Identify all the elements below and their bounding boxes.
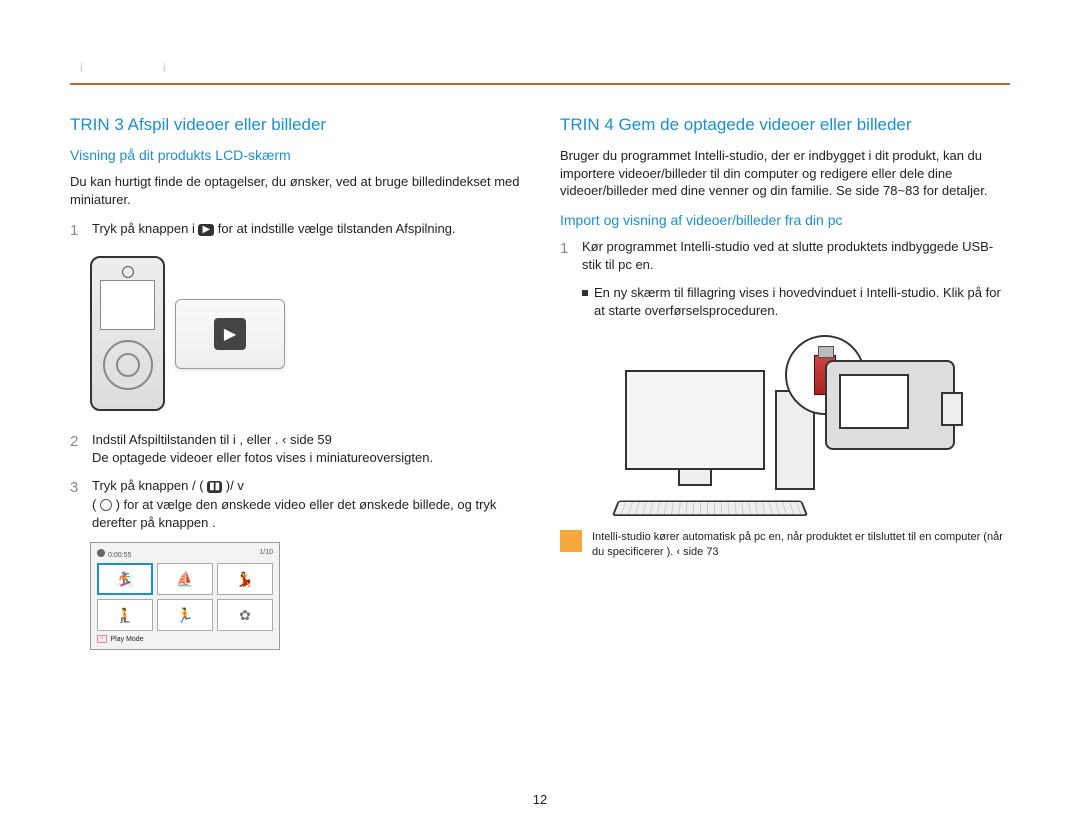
thumb-cell: 💃 <box>217 563 273 595</box>
list-item: 1 Tryk på knappen i ▶ for at indstille v… <box>70 220 520 241</box>
note-text: Intelli-studio kører automatisk på pc en… <box>592 530 1010 560</box>
playback-icon: ▶ <box>198 224 214 236</box>
text-fragment: ) for at vælge den ønskede video eller d… <box>92 497 496 530</box>
list-item: 2 Indstil Afspiltilstanden til i , eller… <box>70 431 520 467</box>
text-fragment: for at indstille vælge tilstanden Afspil… <box>218 221 456 236</box>
keyboard-icon <box>612 501 808 516</box>
thumb-cell: ⛵ <box>157 563 213 595</box>
text-fragment: v <box>237 478 244 493</box>
step4-title: TRIN 4 Gem de optagede videoer eller bil… <box>560 115 1010 135</box>
text-fragment: Tryk på knappen <box>92 478 192 493</box>
page-number: 12 <box>0 792 1080 807</box>
thumb-tag: = <box>97 635 107 643</box>
step-number: 2 <box>70 431 84 467</box>
thumb-count: 1/10 <box>259 549 273 559</box>
thumb-time: 0:00:55 <box>108 552 131 559</box>
step-number: 1 <box>560 238 574 274</box>
step3-title: TRIN 3 Afspil videoer eller billeder <box>70 115 520 135</box>
thumb-cell: ✿ <box>217 599 273 631</box>
thumb-footer-label: Play Mode <box>111 636 144 643</box>
camcorder-icon <box>825 360 955 450</box>
step4-intro: Bruger du programmet Intelli-studio, der… <box>560 147 1010 200</box>
manual-page: i i TRIN 3 Afspil videoer eller billeder… <box>0 0 1080 680</box>
monitor-icon <box>625 370 765 470</box>
text-fragment: ( <box>199 478 207 493</box>
bullet-icon <box>582 290 588 296</box>
device-illustration: ▶ <box>90 256 520 411</box>
text-fragment: De optagede videoer eller fotos vises i … <box>92 450 433 465</box>
text-fragment: Indstil Afspiltilstanden til i , eller .… <box>92 432 332 447</box>
step-number: 1 <box>70 220 84 241</box>
camcorder-lcd <box>839 374 909 429</box>
play-button-icon: ▶ <box>214 318 246 350</box>
pause-icon: ▮▮ <box>207 481 222 493</box>
joystick-icon <box>100 499 112 511</box>
text-fragment: Tryk på knappen <box>92 221 192 236</box>
step3-intro: Du kan hurtigt finde de optagelser, du ø… <box>70 173 520 208</box>
list-item: 1 Kør programmet Intelli-studio ved at s… <box>560 238 1010 274</box>
right-column: TRIN 4 Gem de optagede videoer eller bil… <box>560 115 1010 650</box>
text-fragment: Kør programmet Intelli-studio ved at slu… <box>582 238 1010 274</box>
rec-dot-icon <box>97 549 105 557</box>
left-column: TRIN 3 Afspil videoer eller billeder Vis… <box>70 115 520 650</box>
text-fragment: En ny skærm til fillagring vises i hoved… <box>594 284 1010 320</box>
text-fragment: )/ <box>226 478 238 493</box>
pc-connection-illustration <box>615 330 955 520</box>
thumb-cell: 🏂 <box>97 563 153 595</box>
device-body <box>90 256 165 411</box>
text-fragment: ( <box>92 497 100 512</box>
thumb-cell: 🏃 <box>157 599 213 631</box>
list-item: 3 Tryk på knappen / ( ▮▮ )/ v ( ) for at… <box>70 477 520 532</box>
button-callout: ▶ <box>175 299 285 369</box>
step3-subtitle: Visning på dit produkts LCD-skærm <box>70 147 520 163</box>
info-note: Intelli-studio kører automatisk på pc en… <box>560 530 1010 560</box>
header-rule <box>70 83 1010 85</box>
sub-bullet-row: En ny skærm til fillagring vises i hoved… <box>582 284 1010 320</box>
thumbnail-preview: 0:00:55 1/10 🏂 ⛵ 💃 🧎 🏃 ✿ = Play Mode <box>90 542 280 650</box>
device-pad <box>103 340 153 390</box>
header-tab: i <box>80 60 83 75</box>
header-tab: i <box>163 60 166 75</box>
header-tabs: i i <box>70 60 1010 75</box>
step4-subtitle: Import og visning af videoer/billeder fr… <box>560 212 1010 228</box>
step-number: 3 <box>70 477 84 532</box>
thumb-cell: 🧎 <box>97 599 153 631</box>
note-icon <box>560 530 582 552</box>
device-screen <box>100 280 155 330</box>
